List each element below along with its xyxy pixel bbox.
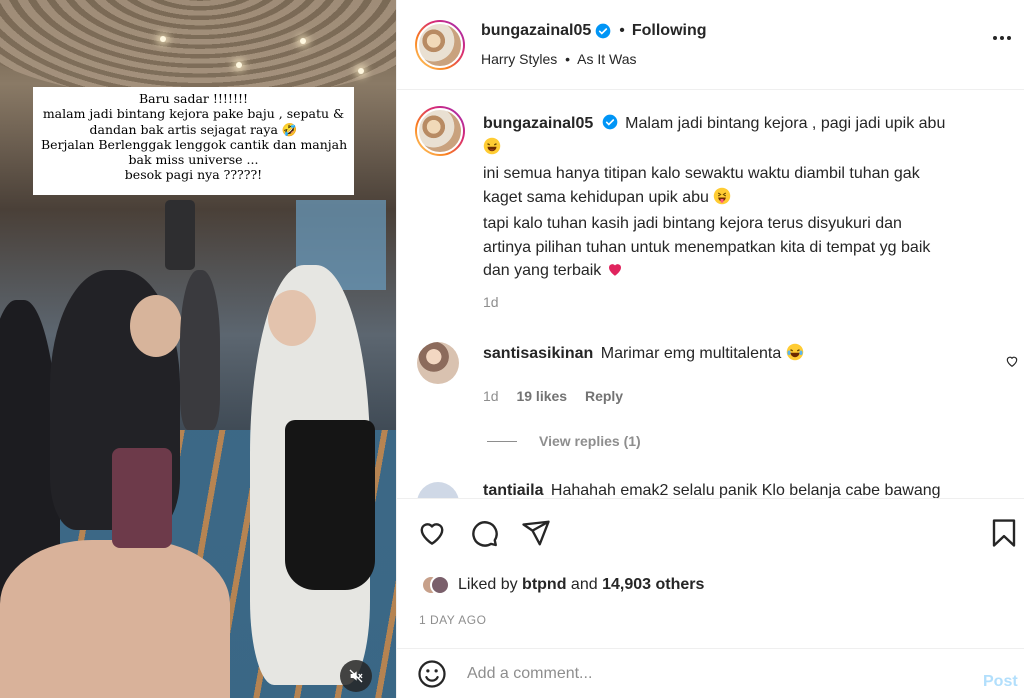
commenter-username[interactable]: tantiaila (483, 482, 543, 498)
laughing-emoji-icon (483, 137, 501, 163)
liked-by-avatars[interactable] (421, 572, 450, 598)
comment-age[interactable]: 1d (483, 388, 499, 404)
audio-title[interactable]: As It Was (577, 51, 636, 67)
crowd-person (180, 270, 220, 430)
video-text-overlay: Baru sadar !!!!!!! malam jadi bintang ke… (33, 87, 354, 195)
post-media-video[interactable]: Baru sadar !!!!!!! malam jadi bintang ke… (0, 0, 396, 698)
likes-count[interactable]: 14,903 others (602, 576, 704, 594)
crowd-face (268, 290, 316, 346)
save-bookmark-icon[interactable] (991, 518, 1017, 548)
reply-button[interactable]: Reply (585, 388, 623, 404)
crowd-hand (0, 540, 230, 698)
comment-meta: 1d 19 likes Reply (483, 388, 623, 404)
liked-by-connector: and (570, 576, 598, 593)
comments-section: bungazainal05 Malam jadi bintang kejora … (397, 90, 1024, 498)
share-send-icon[interactable] (521, 518, 551, 548)
liked-by-line: Liked by btpnd and 14,903 others (421, 572, 704, 598)
commenter-avatar[interactable] (417, 342, 459, 384)
post-date[interactable]: 1 DAY AGO (419, 613, 486, 627)
replies-divider (487, 441, 517, 442)
verified-badge-icon (602, 114, 618, 130)
verified-badge-icon (595, 23, 611, 39)
commenter-username[interactable]: santisasikinan (483, 345, 593, 362)
add-comment-bar: Post (397, 648, 1024, 698)
comment-text: Hahahah emak2 selalu panik Klo belanja c… (550, 482, 941, 498)
post-comment-button[interactable]: Post (983, 673, 1018, 691)
liked-by-user[interactable]: btpnd (522, 576, 566, 594)
phone-in-hand (165, 200, 195, 270)
caption-author-avatar[interactable] (415, 106, 465, 156)
audio-artist[interactable]: Harry Styles (481, 51, 557, 67)
ceiling-decor (0, 0, 396, 100)
overlay-line: dandan bak artis sejagat raya 🤣 (89, 121, 298, 137)
comment-likes[interactable]: 19 likes (516, 388, 567, 404)
comment-text: Marimar emg multitalenta (600, 345, 782, 362)
ceiling-light (300, 38, 306, 44)
red-heart-emoji-icon (606, 260, 624, 286)
caption-line: kaget sama kehidupan upik abu (483, 188, 709, 206)
caption-line: artinya pilihan tuhan untuk menempatkan … (483, 238, 931, 256)
emoji-picker-icon[interactable] (417, 659, 447, 689)
tongue-emoji-icon (713, 187, 731, 213)
caption-age[interactable]: 1d (483, 294, 499, 310)
post-side-panel: bungazainal05 • Following Harry Styles •… (396, 0, 1024, 698)
like-comment-heart-icon[interactable] (1005, 354, 1019, 368)
ceiling-light (160, 36, 166, 42)
post-header: bungazainal05 • Following Harry Styles •… (397, 0, 1024, 90)
author-avatar[interactable] (415, 20, 465, 70)
crowd-person (285, 420, 375, 590)
ceiling-light (358, 68, 364, 74)
view-replies-button[interactable]: View replies (1) (539, 433, 641, 449)
crowd-face (130, 295, 182, 357)
commenter-avatar[interactable] (417, 482, 459, 498)
caption-line: tapi kalo tuhan kasih jadi bintang kejor… (483, 215, 902, 232)
overlay-line: malam jadi bintang kejora pake baju , se… (42, 106, 345, 122)
author-username[interactable]: bungazainal05 (481, 22, 591, 40)
caption-line: Malam jadi bintang kejora , pagi jadi up… (625, 115, 946, 132)
overlay-line: Berjalan Berlenggak lenggok cantik dan m… (41, 136, 348, 152)
post-caption: bungazainal05 Malam jadi bintang kejora … (483, 112, 1003, 286)
overlay-line: Baru sadar !!!!!!! (138, 91, 249, 106)
caption-line: dan yang terbaik (483, 262, 602, 279)
liked-by-prefix: Liked by (458, 576, 518, 593)
ceiling-light (236, 62, 242, 68)
overlay-line: besok pagi nya ?????! (124, 167, 263, 183)
follow-separator: • (619, 22, 625, 39)
phone-in-hand (112, 448, 172, 548)
audio-separator: • (565, 51, 571, 67)
speaker-muted-icon (349, 669, 363, 683)
comment-bubble-icon[interactable] (469, 518, 499, 548)
laughing-tears-emoji-icon (786, 343, 804, 366)
caption-username[interactable]: bungazainal05 (483, 115, 593, 132)
caption-line: ini semua hanya titipan kalo sewaktu wak… (483, 165, 920, 182)
more-options-icon[interactable] (993, 36, 1011, 40)
add-comment-input[interactable] (467, 661, 927, 687)
mute-button[interactable] (340, 660, 372, 692)
following-button[interactable]: Following (632, 22, 707, 40)
overlay-line: bak miss universe ... (128, 152, 259, 168)
like-heart-icon[interactable] (417, 518, 447, 548)
